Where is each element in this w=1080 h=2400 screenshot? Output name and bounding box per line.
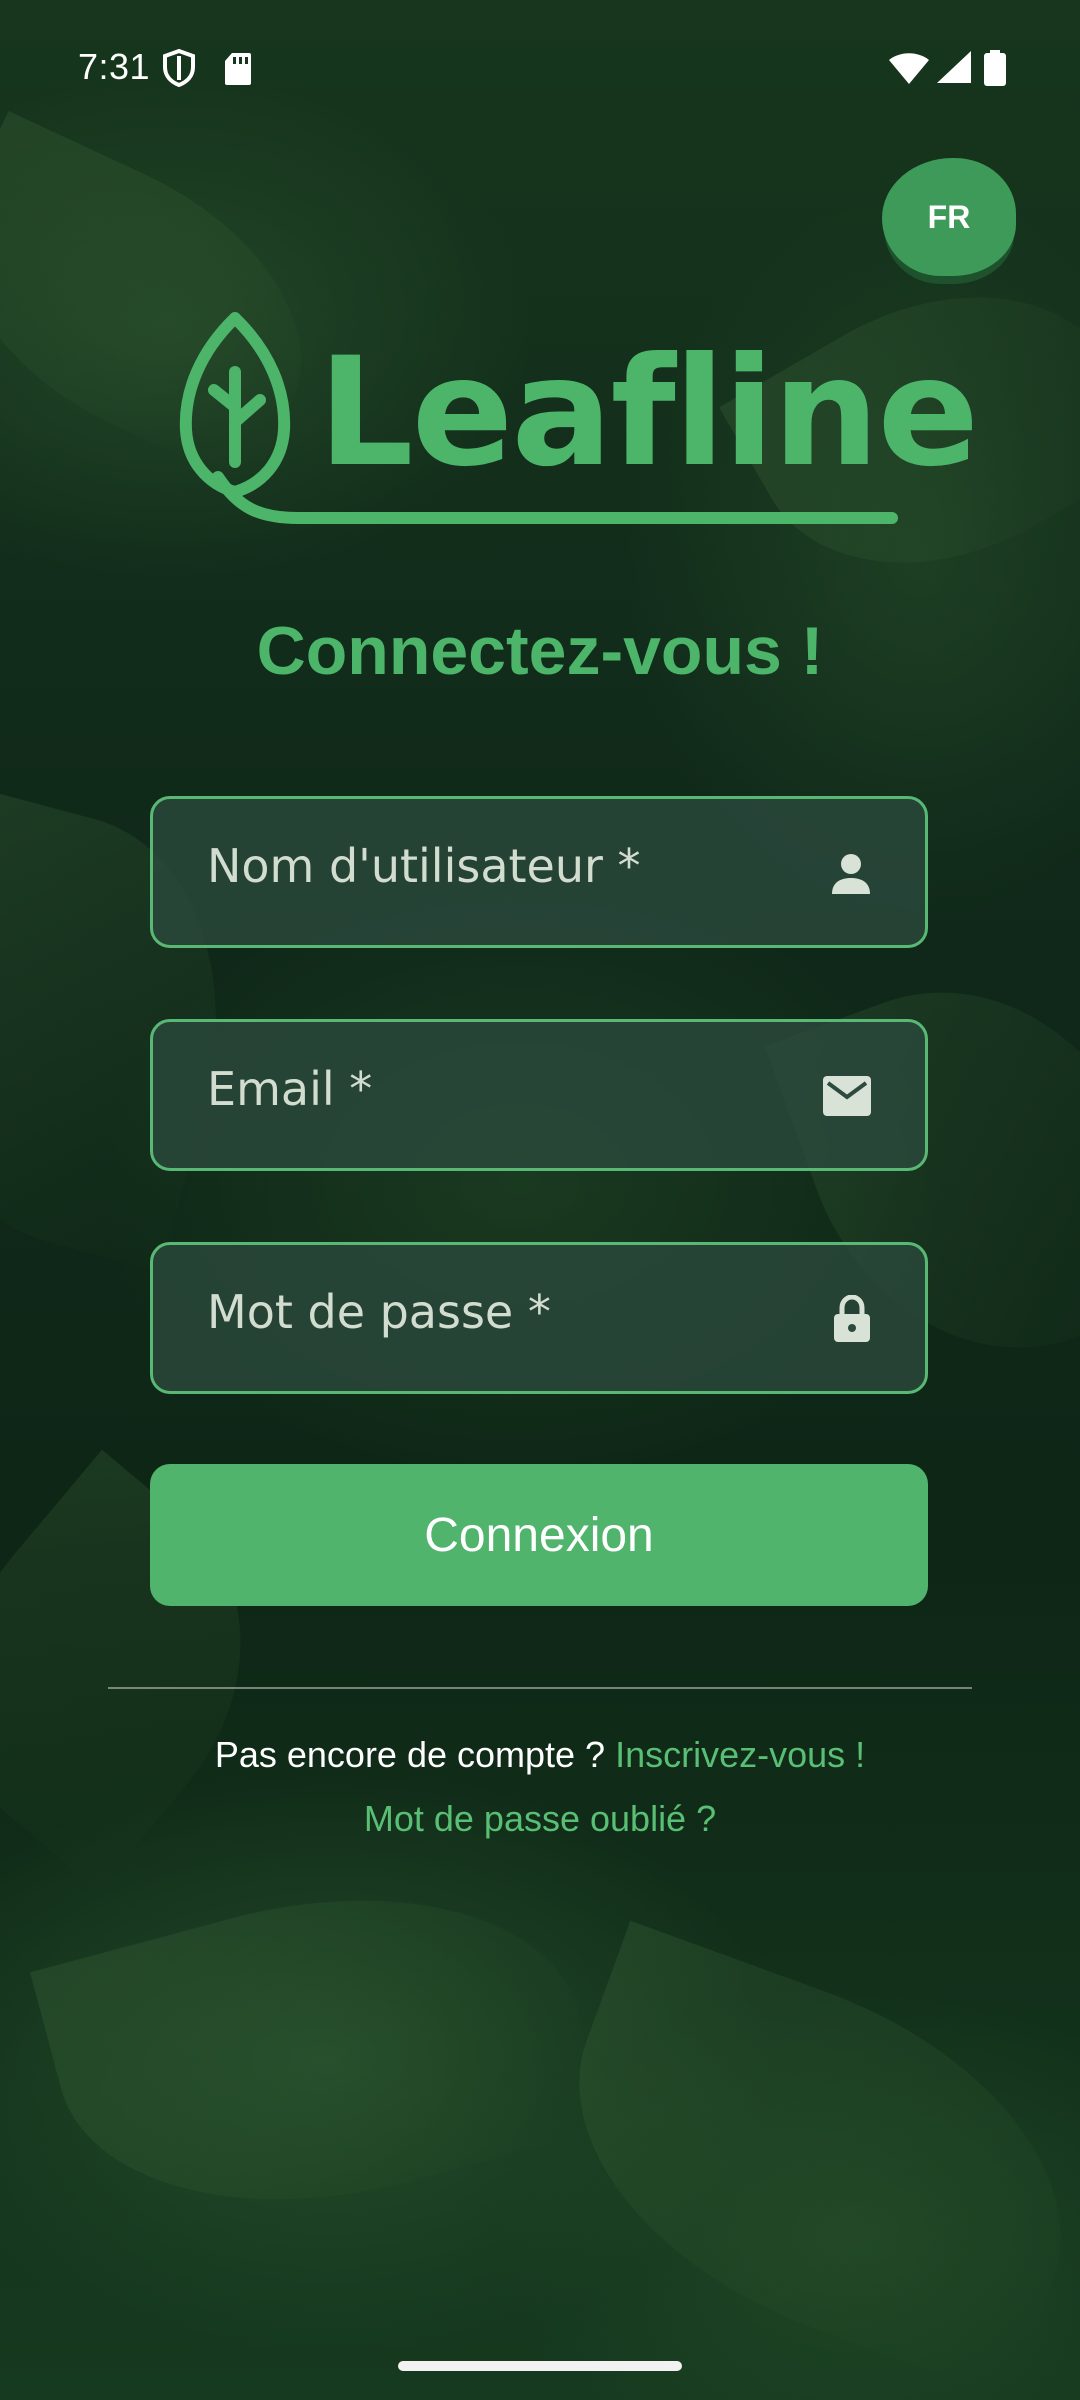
- home-indicator[interactable]: [398, 2361, 682, 2371]
- language-label: FR: [927, 198, 971, 235]
- login-button[interactable]: Connexion: [150, 1464, 928, 1606]
- username-input[interactable]: [205, 835, 769, 897]
- email-input[interactable]: [205, 1058, 769, 1120]
- app-logo: Leafline: [178, 312, 979, 532]
- lock-icon: [833, 1294, 871, 1348]
- mail-icon: [823, 1076, 871, 1121]
- forgot-password-link[interactable]: Mot de passe oublié ?: [0, 1798, 1080, 1840]
- logo-text: Leafline: [318, 326, 979, 500]
- username-field[interactable]: [150, 796, 928, 948]
- signup-link[interactable]: Inscrivez-vous !: [615, 1734, 865, 1775]
- battery-icon: [984, 50, 1006, 95]
- password-input[interactable]: [205, 1281, 769, 1343]
- wifi-icon: [888, 52, 930, 94]
- page-title: Connectez-vous !: [256, 613, 824, 689]
- no-account-text: Pas encore de compte ?: [214, 1734, 606, 1775]
- person-icon: [831, 853, 871, 900]
- status-time: 7:31: [78, 46, 151, 87]
- signup-row: Pas encore de compte ? Inscrivez-vous !: [0, 1734, 1080, 1776]
- login-button-label: Connexion: [424, 1508, 654, 1562]
- status-bar: 7:31: [0, 0, 1080, 130]
- password-field[interactable]: [150, 1242, 928, 1394]
- language-button[interactable]: FR: [882, 158, 1016, 276]
- divider: [108, 1687, 972, 1689]
- shield-icon: [162, 48, 196, 97]
- sd-card-icon: [224, 52, 252, 95]
- email-field[interactable]: [150, 1019, 928, 1171]
- signal-icon: [936, 50, 972, 93]
